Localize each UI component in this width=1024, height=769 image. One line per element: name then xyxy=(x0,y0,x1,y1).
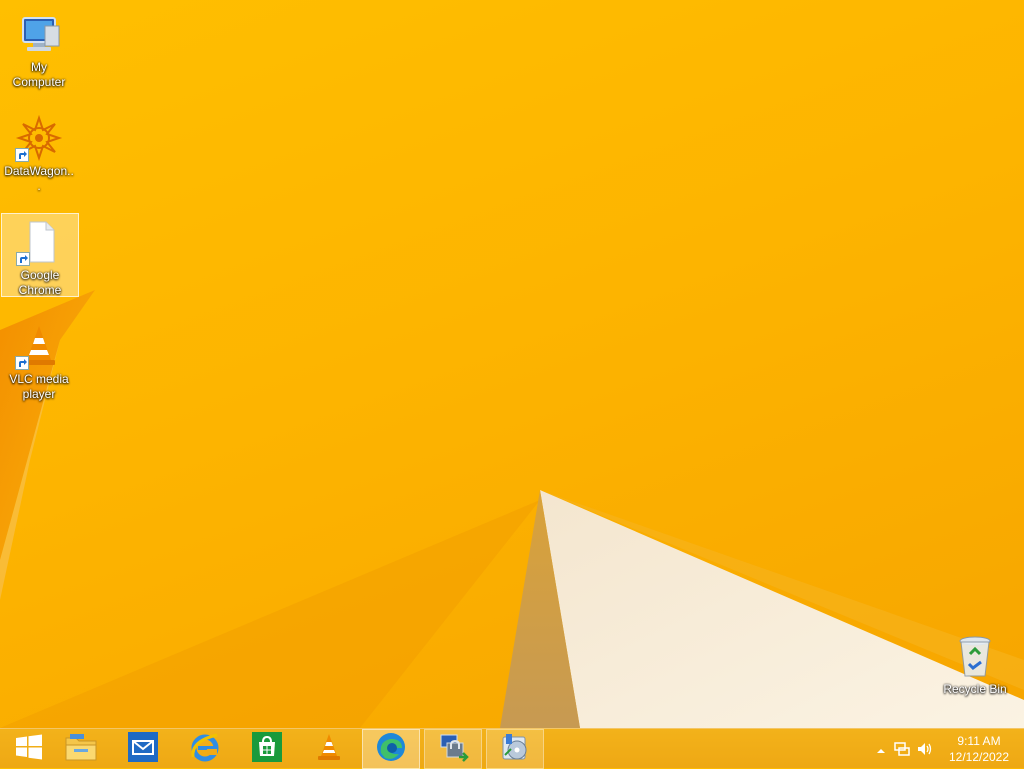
desktop-icon-recycle-bin[interactable]: Recycle Bin xyxy=(937,628,1013,699)
computer-icon xyxy=(15,10,63,58)
taskbar-vlc[interactable] xyxy=(300,729,358,769)
edge-icon xyxy=(375,731,407,768)
desktop-icon-label: Google Chrome xyxy=(18,268,62,297)
taskbar-internet-explorer[interactable] xyxy=(176,729,234,769)
blank-file-icon xyxy=(16,218,64,266)
file-explorer-icon xyxy=(64,732,98,767)
mail-icon xyxy=(128,731,158,767)
recycle-bin-icon xyxy=(951,632,999,680)
taskbar-disk-app[interactable] xyxy=(486,729,544,769)
desktop-icon-datawagon[interactable]: DataWagon... xyxy=(1,110,77,196)
taskbar-file-explorer[interactable] xyxy=(52,729,110,769)
start-button[interactable] xyxy=(0,729,58,769)
windows-start-icon xyxy=(15,734,43,765)
shortcut-arrow-icon xyxy=(15,148,29,162)
clock[interactable]: 9:11 AM 12/12/2022 xyxy=(944,733,1014,765)
system-tray: 9:11 AM 12/12/2022 xyxy=(864,729,1024,769)
network-icon[interactable] xyxy=(894,741,910,762)
store-icon xyxy=(252,731,282,767)
vlc-cone-icon xyxy=(15,322,63,370)
desktop-icon-label: DataWagon... xyxy=(4,164,74,193)
clock-time: 9:11 AM xyxy=(957,734,1001,748)
desktop-icon-vlc[interactable]: VLC media player xyxy=(1,318,77,404)
taskbar-network-app[interactable] xyxy=(424,729,482,769)
taskbar: 9:11 AM 12/12/2022 xyxy=(0,728,1024,769)
desktop-icon-my-computer[interactable]: My Computer xyxy=(1,6,77,92)
volume-icon[interactable] xyxy=(916,741,932,762)
clock-date: 12/12/2022 xyxy=(948,750,1010,764)
show-hidden-icons-button[interactable] xyxy=(876,743,886,761)
internet-explorer-icon xyxy=(189,731,221,768)
desktop-icon-google-chrome[interactable]: Google Chrome xyxy=(1,213,79,297)
shortcut-arrow-icon xyxy=(15,356,29,370)
taskbar-edge[interactable] xyxy=(362,729,420,769)
desktop-wallpaper xyxy=(0,0,1024,728)
network-share-icon xyxy=(437,731,469,768)
desktop-icon-label: My Computer xyxy=(12,60,66,89)
desktop-icon-label: VLC media player xyxy=(9,372,69,401)
taskbar-store[interactable] xyxy=(238,729,296,769)
disk-utility-icon xyxy=(499,731,531,768)
taskbar-mail[interactable] xyxy=(114,729,172,769)
shortcut-arrow-icon xyxy=(16,252,30,266)
datawagon-icon xyxy=(15,114,63,162)
desktop-icon-label: Recycle Bin xyxy=(943,682,1007,696)
vlc-icon xyxy=(314,732,344,767)
